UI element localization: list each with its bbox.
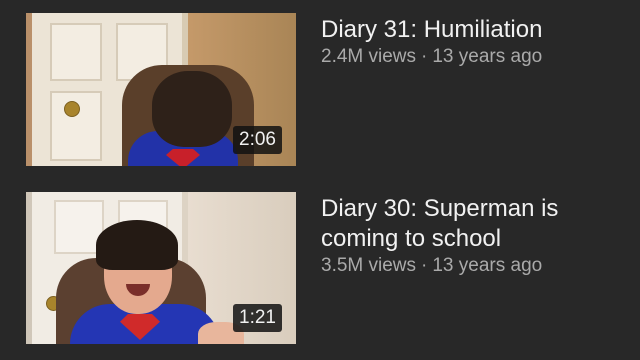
video-meta: Diary 31: Humiliation 2.4M views · 13 year… bbox=[321, 15, 621, 69]
video-thumbnail[interactable]: 1:21 bbox=[26, 192, 296, 344]
video-thumbnail[interactable]: 2:06 bbox=[26, 13, 296, 166]
video-item[interactable]: 2:06 Diary 31: Humiliation 2.4M views · 13… bbox=[0, 13, 640, 168]
video-list: 2:06 Diary 31: Humiliation 2.4M views · 13… bbox=[0, 0, 640, 360]
person-hair bbox=[96, 220, 178, 270]
view-count: 2.4M views bbox=[321, 46, 417, 67]
video-stats: 3.5M views · 13 years ago bbox=[321, 254, 621, 278]
person-head bbox=[152, 71, 232, 147]
duration-badge: 2:06 bbox=[233, 126, 282, 154]
video-stats: 2.4M views · 13 years ago bbox=[321, 45, 621, 69]
duration-badge: 1:21 bbox=[233, 304, 282, 332]
meta-separator: · bbox=[421, 46, 428, 67]
meta-separator: · bbox=[421, 255, 428, 276]
door-knob bbox=[64, 101, 80, 117]
upload-age: 13 years ago bbox=[432, 46, 543, 67]
video-meta: Diary 30: Superman is coming to school 3… bbox=[321, 194, 621, 278]
view-count: 3.5M views bbox=[321, 255, 417, 276]
upload-age: 13 years ago bbox=[432, 255, 543, 276]
video-item[interactable]: 1:21 Diary 30: Superman is coming to sch… bbox=[0, 192, 640, 344]
video-title[interactable]: Diary 30: Superman is coming to school bbox=[321, 194, 621, 254]
video-title[interactable]: Diary 31: Humiliation bbox=[321, 15, 621, 45]
